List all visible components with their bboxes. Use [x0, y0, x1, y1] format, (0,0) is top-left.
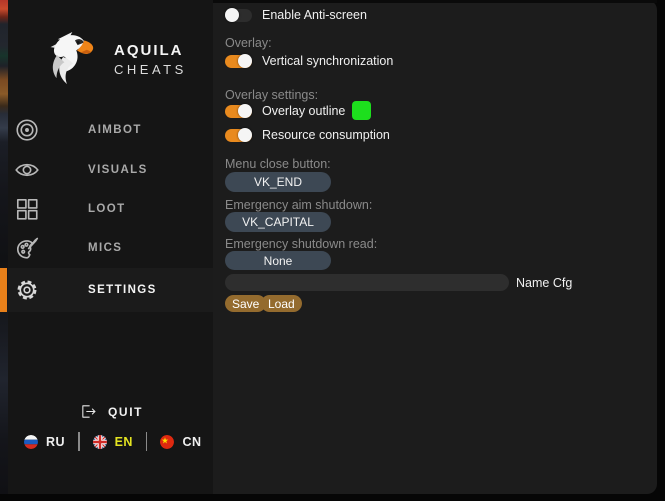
anti-screen-toggle[interactable]: [225, 9, 252, 22]
emergency-aim-label: Emergency aim shutdown:: [225, 198, 372, 212]
sidebar-item-mics[interactable]: MICS: [0, 228, 213, 268]
sidebar-item-label: AIMBOT: [88, 124, 142, 136]
divider: [146, 432, 148, 451]
anti-screen-row: Enable Anti-screen: [225, 8, 367, 22]
config-name-input[interactable]: [225, 274, 509, 291]
eye-icon: [14, 157, 40, 183]
app-logo: AQUILA CHEATS: [36, 24, 206, 94]
vsync-label: Vertical synchronization: [262, 54, 393, 68]
resource-consumption-toggle[interactable]: [225, 129, 252, 142]
sidebar-item-label: MICS: [88, 242, 122, 254]
emergency-read-label: Emergency shutdown read:: [225, 237, 377, 251]
emergency-aim-keybind-button[interactable]: VK_CAPITAL: [225, 212, 331, 232]
overlay-section-label: Overlay:: [225, 36, 272, 50]
ru-flag-icon: [24, 435, 38, 449]
eagle-logo-icon: [36, 26, 106, 92]
lang-cn[interactable]: CN: [160, 435, 201, 449]
lang-code: CN: [182, 435, 201, 449]
sidebar: AQUILA CHEATS AIMBOT VISUALS: [0, 0, 213, 494]
menu-close-label: Menu close button:: [225, 157, 331, 171]
window-top-edge: [213, 0, 657, 3]
vsync-row: Vertical synchronization: [225, 54, 393, 68]
sidebar-item-label: LOOT: [88, 203, 126, 215]
quit-label: QUIT: [108, 405, 143, 419]
overlay-outline-label: Overlay outline: [262, 104, 345, 118]
target-icon: [14, 117, 40, 143]
app-window: AQUILA CHEATS AIMBOT VISUALS: [0, 0, 657, 494]
quit-button[interactable]: QUIT: [80, 403, 143, 420]
brand-name: AQUILA: [114, 42, 187, 59]
palette-icon: [14, 235, 40, 261]
gear-icon: [14, 277, 40, 303]
sidebar-item-label: VISUALS: [88, 164, 148, 176]
config-name-label: Name Cfg: [516, 276, 572, 290]
anti-screen-label: Enable Anti-screen: [262, 8, 367, 22]
divider: [78, 432, 80, 451]
cn-flag-icon: [160, 435, 174, 449]
desktop-edge-sliver: [0, 0, 8, 494]
overlay-outline-row: Overlay outline: [225, 104, 345, 118]
sidebar-item-aimbot[interactable]: AIMBOT: [0, 110, 213, 150]
grid-icon: [14, 196, 40, 222]
sidebar-item-loot[interactable]: LOOT: [0, 189, 213, 229]
outline-color-swatch[interactable]: [352, 101, 371, 120]
lang-code: EN: [115, 435, 133, 449]
active-item-indicator: [0, 268, 7, 312]
overlay-outline-toggle[interactable]: [225, 105, 252, 118]
lang-en[interactable]: EN: [93, 435, 133, 449]
logout-icon: [80, 403, 97, 420]
brand-subtitle: CHEATS: [114, 62, 187, 77]
en-flag-icon: [93, 435, 107, 449]
menu-close-keybind-button[interactable]: VK_END: [225, 172, 331, 192]
sidebar-item-visuals[interactable]: VISUALS: [0, 150, 213, 190]
sidebar-item-settings[interactable]: SETTINGS: [0, 268, 213, 312]
lang-code: RU: [46, 435, 65, 449]
brand-text: AQUILA CHEATS: [114, 42, 187, 77]
settings-panel: Enable Anti-screen Overlay: Vertical syn…: [213, 0, 657, 494]
language-switcher: RU EN CN: [24, 432, 202, 451]
emergency-read-keybind-button[interactable]: None: [225, 251, 331, 270]
lang-ru[interactable]: RU: [24, 435, 65, 449]
resource-consumption-label: Resource consumption: [262, 128, 390, 142]
overlay-settings-section-label: Overlay settings:: [225, 88, 318, 102]
resource-consumption-row: Resource consumption: [225, 128, 390, 142]
load-button[interactable]: Load: [261, 295, 302, 312]
vsync-toggle[interactable]: [225, 55, 252, 68]
sidebar-item-label: SETTINGS: [88, 284, 157, 296]
